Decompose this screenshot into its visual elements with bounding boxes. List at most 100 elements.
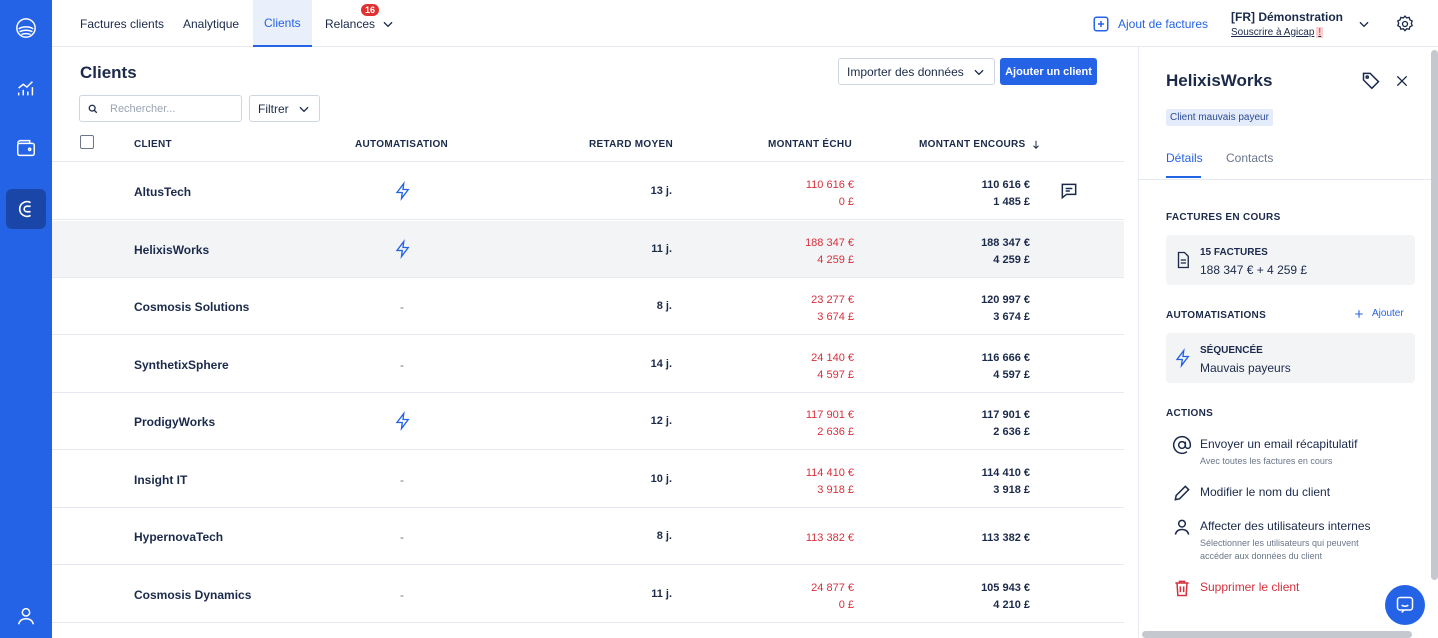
import-data-button[interactable]: Importer des données: [838, 58, 995, 85]
add-automation-button[interactable]: Ajouter: [1354, 308, 1404, 319]
subscribe-link[interactable]: Souscrire à Agicap!: [1231, 26, 1343, 38]
divider: [1139, 179, 1438, 180]
table-row[interactable]: HypernovaTech - 8 j. 113 382 € 113 382 €: [52, 508, 1124, 565]
client-name: Cosmosis Dynamics: [134, 587, 252, 602]
lightning-icon: [1175, 348, 1190, 368]
outstanding-amount: 105 943 €4 210 £: [981, 581, 1030, 611]
table-row[interactable]: AltusTech 13 j. 110 616 €0 £ 110 616 €1 485…: [52, 163, 1124, 220]
select-all-checkbox[interactable]: [80, 135, 94, 149]
client-name: Insight IT: [134, 472, 188, 487]
clients-main: Clients Importer des données Ajouter un …: [52, 47, 1185, 638]
relances-badge: 16: [361, 4, 380, 16]
due-amount: 188 347 €4 259 £: [805, 236, 854, 266]
actions-section-title: ACTIONS: [1166, 408, 1214, 419]
automation-card[interactable]: SÉQUENCÉE Mauvais payeurs: [1166, 333, 1415, 383]
tab-factures-clients[interactable]: Factures clients: [80, 0, 164, 47]
chevron-down-icon: [383, 21, 393, 27]
due-amount: 114 410 €3 918 £: [805, 466, 854, 496]
client-name: Cosmosis Solutions: [134, 300, 250, 314]
chat-button[interactable]: [1385, 585, 1425, 625]
account-switcher[interactable]: [FR] Démonstration Souscrire à Agicap!: [1231, 0, 1371, 47]
tab-analytique[interactable]: Analytique: [183, 0, 239, 47]
tab-clients[interactable]: Clients: [253, 0, 312, 47]
client-name: HelixisWorks: [134, 242, 210, 257]
automations-section-title: AUTOMATISATIONS: [1166, 310, 1267, 321]
column-due[interactable]: MONTANT ÉCHU: [768, 139, 852, 150]
search-placeholder: Rechercher...: [110, 102, 176, 115]
outstanding-amount: 113 382 €: [981, 532, 1030, 544]
user-icon[interactable]: [6, 596, 46, 636]
table-row[interactable]: ProdigyWorks 12 j. 117 901 €2 636 £ 117 901…: [52, 393, 1124, 450]
average-delay: 8 j.: [656, 530, 672, 542]
panel-vertical-scrollbar[interactable]: [1431, 50, 1438, 580]
comment-icon[interactable]: [1059, 181, 1079, 204]
column-outstanding[interactable]: MONTANT ENCOURS: [919, 139, 1041, 150]
column-automation[interactable]: AUTOMATISATION: [355, 139, 448, 150]
chevron-down-icon: [299, 106, 309, 112]
table-header: CLIENT AUTOMATISATION RETARD MOYEN MONTA…: [52, 129, 1124, 162]
outstanding-amount: 120 997 €3 674 £: [981, 294, 1030, 323]
horizontal-scrollbar[interactable]: [1142, 631, 1412, 638]
chevron-down-icon: [974, 69, 984, 75]
wallet-icon[interactable]: [6, 128, 46, 168]
invoices-summary[interactable]: 15 FACTURES 188 347 € + 4 259 £: [1166, 235, 1415, 285]
table-row[interactable]: Insight IT - 10 j. 114 410 €3 918 £ 114 410 …: [52, 451, 1124, 508]
outstanding-amount: 114 410 €3 918 £: [981, 466, 1030, 496]
due-amount: 23 277 €3 674 £: [811, 294, 854, 323]
document-icon: [1177, 251, 1189, 269]
lightning-icon: [394, 411, 410, 434]
due-amount: 117 901 €2 636 £: [805, 409, 854, 438]
average-delay: 11 j.: [651, 242, 672, 255]
column-delay[interactable]: RETARD MOYEN: [589, 139, 673, 150]
plus-icon: [1355, 309, 1363, 318]
left-rail: [0, 0, 52, 638]
no-automation: -: [400, 472, 404, 487]
no-automation: -: [400, 530, 404, 544]
tab-contacts[interactable]: Contacts: [1226, 151, 1273, 165]
search-icon: [88, 104, 98, 113]
sort-down-icon: [1032, 140, 1039, 149]
client-name: AltusTech: [134, 185, 192, 199]
add-invoices-button[interactable]: Ajout de factures: [1092, 0, 1208, 47]
tab-relances[interactable]: Relances 16: [325, 0, 395, 47]
trash-icon: [1175, 580, 1189, 597]
at-sign-icon: [1172, 435, 1192, 455]
filter-button[interactable]: Filtrer: [249, 95, 320, 122]
top-nav: Factures clients Analytique Clients Rela…: [52, 0, 1438, 47]
active-tab-indicator: [1166, 176, 1201, 178]
outstanding-amount: 116 666 €4 597 £: [981, 351, 1030, 381]
logo-icon[interactable]: [6, 8, 46, 48]
table-row[interactable]: SynthetixSphere - 14 j. 24 140 €4 597 £ 116 …: [52, 336, 1124, 393]
invoices-section-title: FACTURES EN COURS: [1166, 212, 1281, 223]
due-amount: 24 140 €4 597 £: [811, 351, 854, 381]
gear-icon: [1397, 14, 1413, 32]
client-name: SynthetixSphere: [134, 357, 229, 372]
table-row[interactable]: HelixisWorks 11 j. 188 347 €4 259 £ 188 347…: [52, 220, 1124, 278]
lightning-icon: [394, 238, 410, 262]
close-icon[interactable]: [1394, 73, 1410, 89]
table-row[interactable]: Cosmosis Solutions - 8 j. 23 277 €3 674 £ 12…: [52, 278, 1124, 335]
average-delay: 12 j.: [650, 415, 672, 427]
table-row[interactable]: Cosmosis Dynamics - 11 j. 24 877 €0 £ 105 94…: [52, 566, 1124, 623]
user-icon: [1174, 519, 1190, 535]
tag-icon[interactable]: [1361, 70, 1381, 90]
column-client[interactable]: CLIENT: [134, 139, 172, 150]
chat-icon: [1396, 596, 1414, 614]
clients-module-icon[interactable]: [6, 189, 46, 229]
no-automation: -: [400, 357, 404, 372]
settings-button[interactable]: [1395, 0, 1415, 47]
analytics-icon[interactable]: [6, 68, 46, 108]
client-details-panel: HelixisWorks Client mauvais payeur Détai…: [1138, 47, 1438, 638]
chevron-down-icon: [1359, 21, 1369, 27]
outstanding-amount: 110 616 €1 485 £: [981, 179, 1030, 208]
average-delay: 14 j.: [650, 357, 672, 370]
search-input[interactable]: Rechercher...: [79, 95, 242, 122]
outstanding-amount: 117 901 €2 636 £: [981, 409, 1030, 438]
due-amount: 24 877 €0 £: [811, 581, 854, 611]
add-client-button[interactable]: Ajouter un client: [1000, 58, 1097, 85]
no-automation: -: [400, 587, 404, 602]
tab-details[interactable]: Détails: [1166, 151, 1203, 165]
average-delay: 8 j.: [656, 300, 672, 312]
due-amount: 110 616 €0 £: [805, 179, 854, 208]
outstanding-amount: 188 347 €4 259 £: [981, 236, 1030, 266]
